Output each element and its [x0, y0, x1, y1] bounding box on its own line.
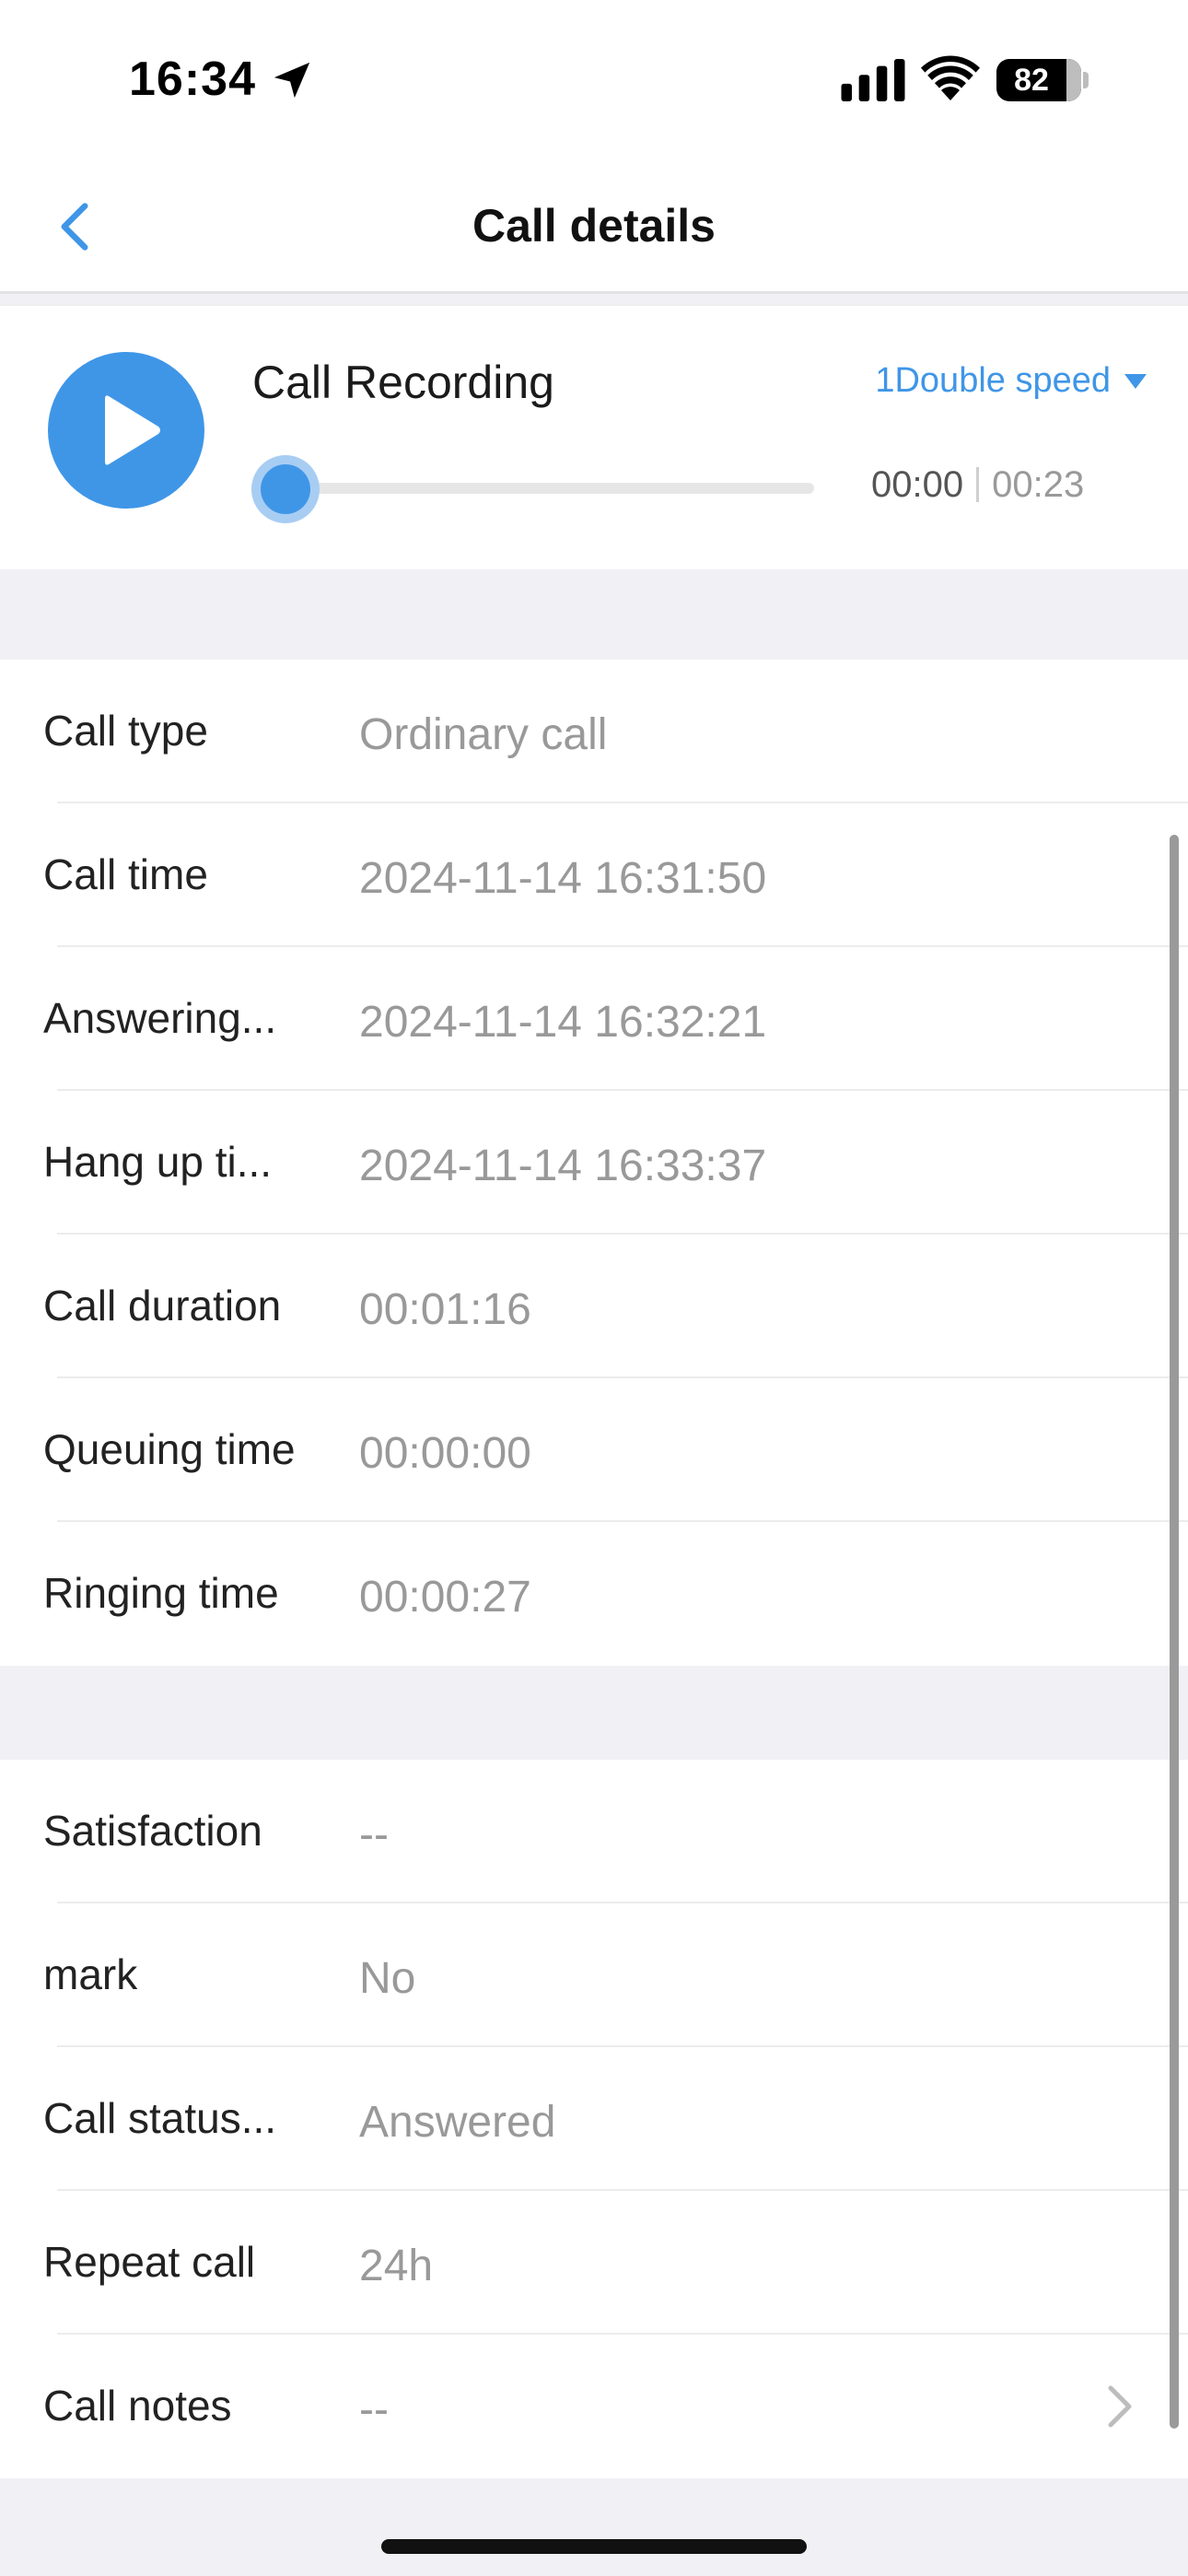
row-value: 2024-11-14 16:33:37: [359, 1142, 767, 1190]
battery-nub: [1083, 72, 1089, 88]
detail-row-ringing-time: Ringing time 00:00:27: [0, 1522, 1188, 1666]
row-value: No: [359, 1954, 416, 2003]
detail-row-call-type: Call type Ordinary call: [0, 660, 1188, 803]
location-arrow-icon: [274, 62, 310, 99]
detail-row-call-status: Call status... Answered: [0, 2047, 1188, 2191]
row-label: Hang up ti...: [43, 1138, 273, 1186]
row-value: 00:01:16: [359, 1285, 531, 1334]
play-button[interactable]: [48, 352, 204, 509]
row-label: Answering...: [43, 994, 277, 1042]
row-value: Answered: [359, 2098, 556, 2147]
current-time: 00:00: [871, 464, 964, 505]
row-label: Queuing time: [43, 1425, 296, 1473]
speed-label: 1Double speed: [875, 361, 1111, 400]
wifi-icon: [921, 55, 980, 100]
time-separator: [976, 467, 980, 502]
recording-title: Call Recording: [252, 357, 554, 408]
progress-track[interactable]: [262, 483, 814, 494]
row-label: Call time: [43, 850, 208, 898]
row-label: Satisfaction: [43, 1807, 262, 1855]
status-time: 16:34: [129, 53, 256, 106]
signal-icon: [841, 59, 905, 101]
row-value: --: [359, 1810, 389, 1859]
home-indicator: [381, 2539, 807, 2554]
detail-row-answering-time: Answering... 2024-11-14 16:32:21: [0, 947, 1188, 1091]
row-label: Call type: [43, 707, 208, 755]
battery-percent: 82: [1014, 63, 1049, 98]
caret-down-icon: [1124, 373, 1147, 389]
call-info-section: Call type Ordinary call Call time 2024-1…: [0, 660, 1188, 1666]
row-label: Call notes: [43, 2382, 232, 2430]
row-value: 2024-11-14 16:31:50: [359, 854, 767, 903]
recording-card: Call Recording 1Double speed 00:00 00:23: [0, 304, 1188, 569]
detail-row-call-duration: Call duration 00:01:16: [0, 1235, 1188, 1378]
row-value: 00:00:27: [359, 1573, 531, 1622]
nav-bar: Call details: [0, 157, 1188, 294]
row-value: 2024-11-14 16:32:21: [359, 998, 767, 1047]
row-label: Call duration: [43, 1282, 282, 1329]
detail-row-mark: mark No: [0, 1903, 1188, 2047]
detail-row-queuing-time: Queuing time 00:00:00: [0, 1378, 1188, 1522]
status-bar: 16:34 82: [0, 0, 1188, 157]
row-value: 24h: [359, 2242, 434, 2290]
detail-row-call-notes[interactable]: Call notes --: [0, 2335, 1188, 2478]
progress-thumb[interactable]: [261, 464, 310, 514]
total-time: 00:23: [992, 464, 1085, 505]
detail-row-call-time: Call time 2024-11-14 16:31:50: [0, 803, 1188, 947]
detail-row-satisfaction: Satisfaction --: [0, 1760, 1188, 1903]
detail-row-repeat-call: Repeat call 24h: [0, 2191, 1188, 2335]
row-label: mark: [43, 1950, 138, 1998]
detail-row-hang-up-time: Hang up ti... 2024-11-14 16:33:37: [0, 1091, 1188, 1235]
speed-select[interactable]: 1Double speed: [875, 361, 1147, 401]
chevron-right-icon: [1108, 2385, 1132, 2428]
row-label: Ringing time: [43, 1569, 279, 1617]
row-label: Call status...: [43, 2094, 277, 2142]
row-value: Ordinary call: [359, 710, 608, 759]
row-value: --: [359, 2385, 389, 2434]
battery-level: [1066, 59, 1081, 101]
scrollbar[interactable]: [1170, 835, 1179, 2429]
row-value: 00:00:00: [359, 1429, 531, 1478]
row-label: Repeat call: [43, 2238, 256, 2286]
time-readout: 00:00 00:23: [871, 464, 1084, 506]
call-extra-section: Satisfaction -- mark No Call status... A…: [0, 1760, 1188, 2478]
battery-icon: 82: [996, 59, 1081, 101]
play-icon: [105, 395, 160, 465]
page-title: Call details: [472, 200, 716, 252]
